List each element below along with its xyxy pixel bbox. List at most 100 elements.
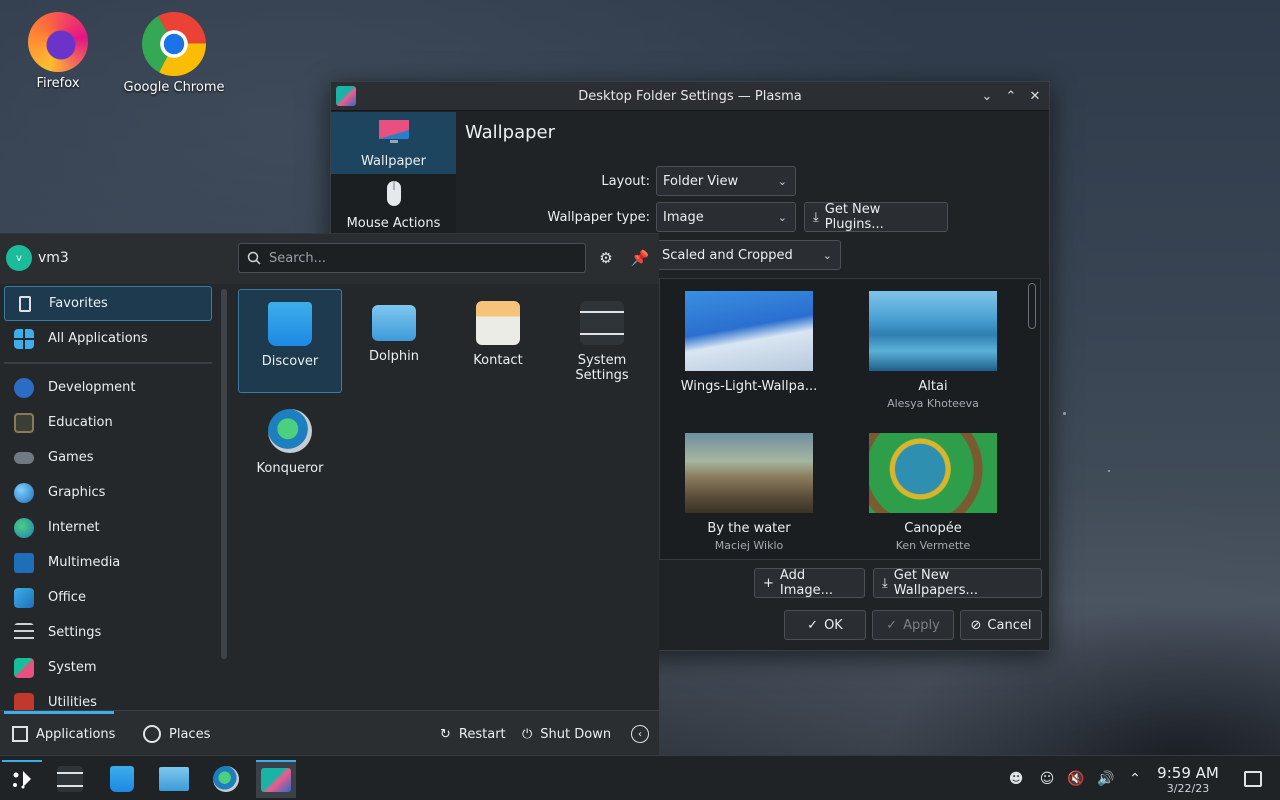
configure-icon[interactable]: ⚙	[595, 247, 617, 269]
app-system-settings[interactable]: System Settings	[550, 289, 654, 393]
wallpaper-thumb[interactable]: Wings-Light-Wallpa...	[664, 291, 834, 394]
category-development[interactable]: Development	[4, 370, 212, 405]
ok-button[interactable]: ✓ OK	[784, 610, 866, 640]
dialog-titlebar[interactable]: Desktop Folder Settings — Plasma ⌄ ⌃ ✕	[331, 82, 1049, 111]
wallpaper-thumb[interactable]: Altai Alesya Khoteeva	[848, 291, 1018, 410]
category-all-applications[interactable]: All Applications	[4, 321, 212, 356]
wallpaper-author: Alesya Khoteeva	[887, 397, 979, 410]
category-label: Office	[48, 590, 86, 605]
taskbar-desktop-settings[interactable]	[256, 760, 296, 798]
wallpaper-thumb[interactable]: Canopée Ken Vermette	[848, 433, 1018, 552]
shutdown-button[interactable]: ⏻ Shut Down	[522, 719, 611, 749]
wallpaper-type-select[interactable]: Image ⌄	[656, 202, 796, 232]
shopping-bag-icon	[110, 766, 134, 792]
app-kontact[interactable]: Kontact	[446, 289, 550, 393]
checkmark-icon: ✓	[807, 617, 819, 633]
restart-button[interactable]: ↻ Restart	[440, 719, 506, 749]
desktop-icon-label: Google Chrome	[123, 80, 225, 95]
apply-button[interactable]: ✓ Apply	[872, 610, 954, 640]
category-utilities[interactable]: Utilities	[4, 685, 212, 711]
category-graphics[interactable]: Graphics	[4, 475, 212, 510]
search-input[interactable]: Search...	[238, 243, 586, 273]
system-icon	[14, 657, 34, 678]
categories-scrollbar[interactable]	[221, 289, 227, 659]
get-new-plugins-button[interactable]: ⤓ Get New Plugins...	[804, 202, 948, 232]
office-icon	[14, 587, 34, 608]
category-label: System	[48, 660, 97, 675]
category-wallpaper[interactable]: Wallpaper	[331, 112, 456, 174]
star	[1108, 470, 1110, 472]
app-dolphin[interactable]: Dolphin	[342, 289, 446, 393]
download-icon: ⤓	[813, 209, 819, 225]
settings-icon	[14, 622, 34, 643]
button-label: Shut Down	[540, 726, 612, 742]
wallpaper-thumb[interactable]: By the water Maciej Wiklo	[664, 433, 834, 552]
taskbar-dolphin[interactable]	[154, 760, 194, 798]
close-icon[interactable]: ✕	[1025, 86, 1045, 106]
add-image-button[interactable]: + Add Image...	[754, 568, 865, 598]
category-settings[interactable]: Settings	[4, 615, 212, 650]
category-mouse-actions[interactable]: Mouse Actions	[331, 174, 456, 236]
taskbar-system-settings[interactable]	[50, 760, 90, 798]
chevron-up-icon[interactable]: ⌃	[1125, 769, 1145, 789]
active-tab-indicator	[4, 711, 114, 714]
chevron-down-icon[interactable]: ⌄	[977, 86, 997, 106]
category-office[interactable]: Office	[4, 580, 212, 615]
taskbar-discover[interactable]	[102, 760, 142, 798]
user-icon[interactable]: ☻	[1006, 769, 1026, 789]
toolbox-icon	[14, 692, 34, 711]
app-label: Discover	[261, 354, 319, 369]
wallpaper-author: Ken Vermette	[895, 539, 971, 552]
tab-places[interactable]: Places	[143, 719, 210, 749]
cancel-button[interactable]: ⊘ Cancel	[960, 610, 1042, 640]
restart-icon: ↻	[440, 726, 451, 742]
layout-label: Layout:	[601, 173, 650, 189]
wallpaper-grid-scrollbar[interactable]	[1028, 283, 1036, 329]
mouse-icon	[386, 181, 401, 206]
category-internet[interactable]: Internet	[4, 510, 212, 545]
users-icon[interactable]: ☺	[1037, 769, 1057, 789]
pin-icon[interactable]: 📌	[629, 247, 651, 269]
wallpaper-name: Canopée	[904, 521, 962, 536]
show-desktop-icon[interactable]	[1244, 771, 1262, 787]
avatar[interactable]: v	[6, 245, 32, 271]
volume-icon[interactable]: 🔊	[1096, 769, 1116, 789]
app-konqueror[interactable]: Konqueror	[238, 397, 342, 501]
category-label: Wallpaper	[360, 154, 427, 169]
chevron-down-icon: ⌄	[777, 210, 787, 224]
launcher-categories: Favorites All Applications Development E…	[0, 286, 216, 711]
wallpaper-preview	[869, 291, 997, 371]
category-label: Graphics	[48, 485, 106, 500]
taskbar-konqueror[interactable]	[206, 760, 246, 798]
app-discover[interactable]: Discover	[238, 289, 342, 393]
category-education[interactable]: Education	[4, 405, 212, 440]
dialog-title: Desktop Folder Settings — Plasma	[578, 88, 802, 104]
maximize-icon[interactable]: ⌃	[1001, 86, 1021, 106]
folder-icon	[372, 305, 416, 341]
button-label: Cancel	[987, 617, 1032, 633]
leave-menu-button[interactable]: ‹	[631, 719, 649, 749]
desktop-icon-chrome[interactable]: Google Chrome	[119, 6, 229, 95]
category-label: Internet	[48, 520, 100, 535]
wallpaper-name: Altai	[918, 379, 948, 394]
clock[interactable]: 9:59 AM 3/22/23	[1152, 764, 1224, 795]
desktop-icon-firefox[interactable]: Firefox	[3, 6, 113, 91]
search-placeholder: Search...	[269, 250, 327, 266]
category-favorites[interactable]: Favorites	[4, 286, 212, 321]
tab-applications[interactable]: Applications	[12, 719, 115, 749]
application-launcher-button[interactable]	[2, 760, 42, 798]
launcher-footer: Applications Places ↻ Restart ⏻ Shut Dow…	[0, 710, 659, 756]
wallpaper-type-value: Image	[663, 209, 704, 225]
category-games[interactable]: Games	[4, 440, 212, 475]
layout-select[interactable]: Folder View ⌄	[656, 166, 796, 196]
category-label: Settings	[48, 625, 102, 640]
wallpaper-name: By the water	[707, 521, 791, 536]
get-new-wallpapers-button[interactable]: ⤓ Get New Wallpapers...	[873, 568, 1042, 598]
multimedia-icon	[14, 552, 34, 573]
category-multimedia[interactable]: Multimedia	[4, 545, 212, 580]
star	[1063, 412, 1066, 415]
volume-muted-icon[interactable]: 🔇	[1066, 769, 1086, 789]
positioning-select[interactable]: Scaled and Cropped ⌄	[651, 240, 841, 270]
category-system[interactable]: System	[4, 650, 212, 685]
app-label: Dolphin	[369, 349, 419, 364]
